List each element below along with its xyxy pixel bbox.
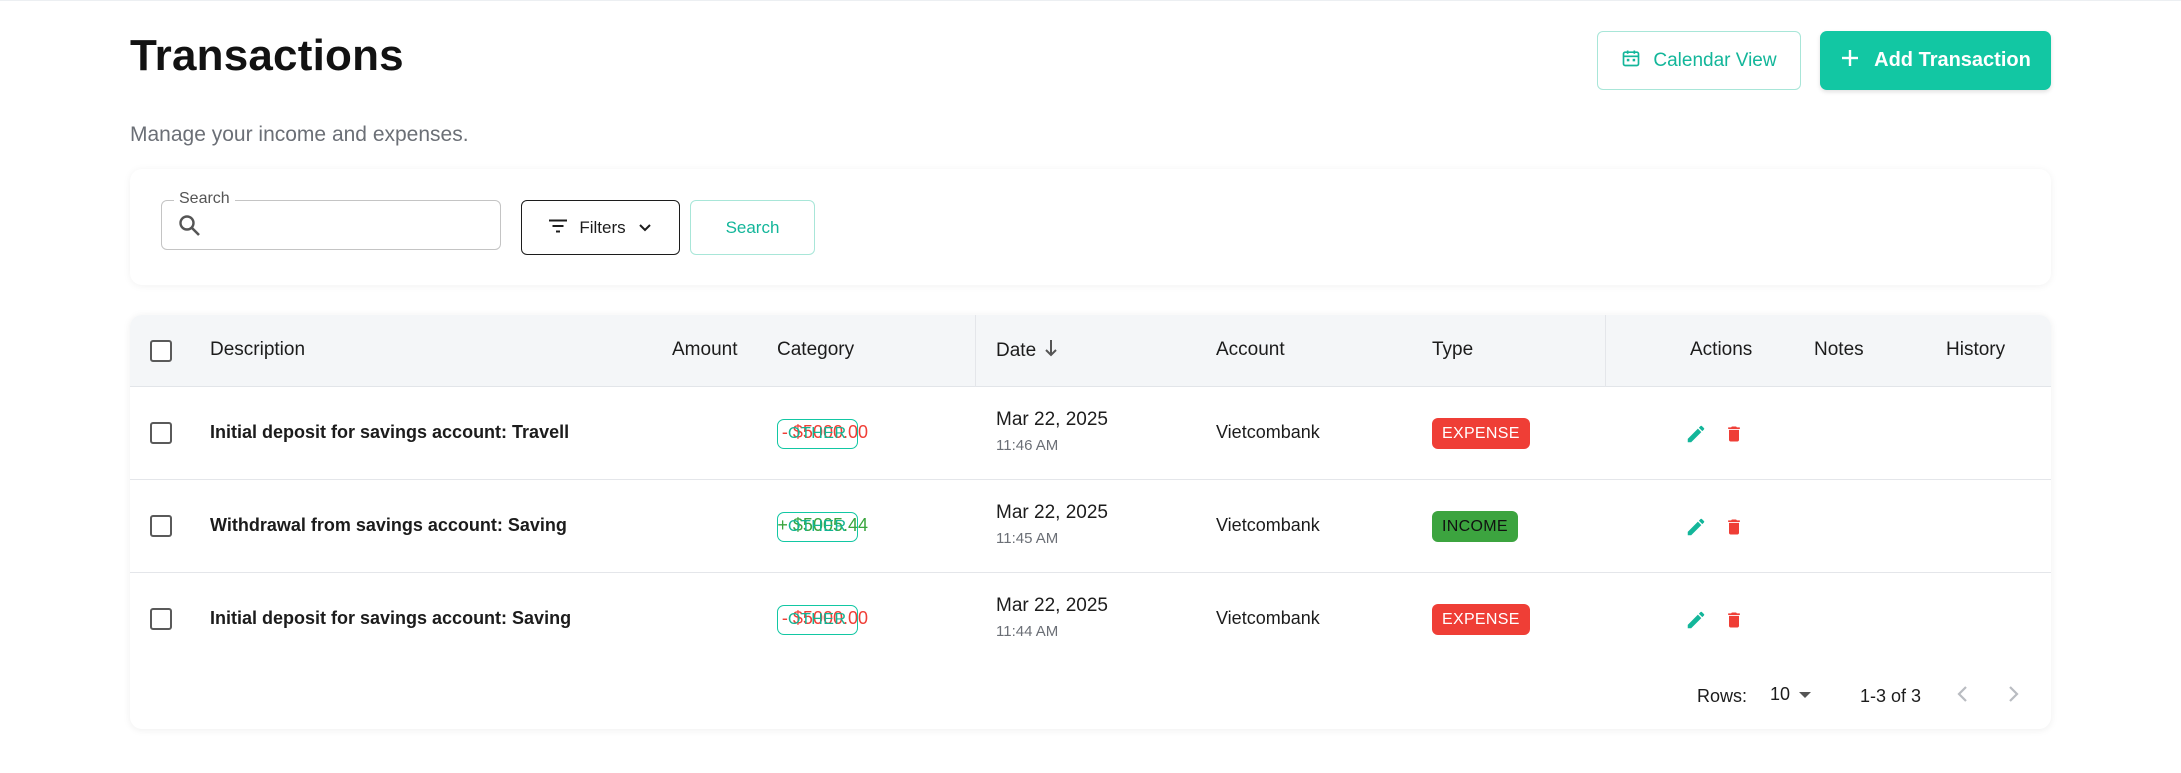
trash-icon[interactable]	[1724, 423, 1744, 450]
column-category[interactable]: Category	[777, 339, 854, 361]
search-icon	[177, 213, 201, 242]
search-panel: Search Filters Search	[130, 169, 2051, 285]
pagination-range: 1-3 of 3	[1860, 686, 1922, 706]
row-description: Initial deposit for savings account: Tra…	[210, 422, 570, 442]
type-badge: EXPENSE	[1432, 418, 1530, 449]
filter-icon	[549, 218, 568, 238]
column-actions: Actions	[1690, 339, 1753, 360]
filters-button[interactable]: Filters	[521, 200, 680, 255]
trash-icon[interactable]	[1724, 609, 1744, 636]
row-date: Mar 22, 2025	[996, 409, 1108, 430]
add-transaction-label: Add Transaction	[1874, 49, 2031, 71]
table-row[interactable]: Initial deposit for savings account: Tra…	[130, 387, 2051, 480]
page-title: Transactions	[130, 31, 404, 80]
table-row[interactable]: Withdrawal from savings account: Saving …	[130, 480, 2051, 573]
row-checkbox[interactable]	[150, 515, 172, 537]
column-description[interactable]: Description	[210, 339, 305, 361]
page-subtitle: Manage your income and expenses.	[130, 123, 469, 146]
row-time: 11:45 AM	[996, 530, 1059, 547]
rows-per-page-select[interactable]: 10	[1770, 684, 1812, 705]
calendar-view-label: Calendar View	[1653, 49, 1777, 71]
calendar-view-button[interactable]: Calendar View	[1597, 31, 1801, 90]
column-amount[interactable]: Amount	[672, 339, 737, 361]
chevron-right-icon[interactable]	[2005, 683, 2021, 710]
transactions-table: Description Amount Category Date Account…	[130, 315, 2051, 729]
column-divider	[1605, 315, 1606, 387]
row-checkbox[interactable]	[150, 422, 172, 444]
filters-label: Filters	[579, 217, 626, 237]
row-time: 11:44 AM	[996, 623, 1059, 640]
column-notes: Notes	[1814, 339, 1864, 360]
row-description: Withdrawal from savings account: Saving	[210, 515, 567, 535]
column-type[interactable]: Type	[1432, 339, 1473, 361]
table-row[interactable]: Initial deposit for savings account: Sav…	[130, 573, 2051, 666]
page: Transactions Manage your income and expe…	[0, 0, 2181, 773]
search-input[interactable]: Search	[161, 190, 501, 250]
pencil-icon[interactable]	[1685, 423, 1707, 450]
plus-icon	[1840, 48, 1860, 74]
category-badge: OTHER	[777, 605, 858, 635]
arrow-down-icon	[1044, 339, 1058, 363]
rows-per-page-label: Rows:	[1697, 686, 1748, 706]
add-transaction-button[interactable]: Add Transaction	[1820, 31, 2051, 90]
trash-icon[interactable]	[1724, 516, 1744, 543]
type-badge: INCOME	[1432, 511, 1518, 542]
search-label: Search	[174, 190, 235, 208]
table-header: Description Amount Category Date Account…	[130, 315, 2051, 387]
column-date-label: Date	[996, 340, 1037, 361]
chevron-down-icon	[638, 218, 652, 238]
category-badge: OTHER	[777, 419, 858, 449]
search-button[interactable]: Search	[690, 200, 815, 255]
row-date: Mar 22, 2025	[996, 502, 1108, 523]
column-divider	[975, 315, 976, 387]
pencil-icon[interactable]	[1685, 609, 1707, 636]
row-checkbox[interactable]	[150, 608, 172, 630]
column-account[interactable]: Account	[1216, 339, 1285, 361]
pencil-icon[interactable]	[1685, 516, 1707, 543]
row-date: Mar 22, 2025	[996, 595, 1108, 616]
row-account: Vietcombank	[1216, 422, 1320, 442]
column-date[interactable]: Date	[996, 339, 1058, 363]
type-badge: EXPENSE	[1432, 604, 1530, 635]
calendar-icon	[1621, 48, 1641, 74]
column-history: History	[1946, 339, 2006, 360]
row-description: Initial deposit for savings account: Sav…	[210, 608, 572, 628]
rows-per-page-value: 10	[1770, 684, 1791, 704]
select-all-checkbox[interactable]	[150, 340, 172, 362]
caret-down-icon	[1798, 684, 1812, 705]
row-account: Vietcombank	[1216, 515, 1320, 535]
row-account: Vietcombank	[1216, 608, 1320, 628]
chevron-left-icon[interactable]	[1955, 683, 1971, 710]
row-time: 11:46 AM	[996, 437, 1059, 454]
category-badge: OTHER	[777, 512, 858, 542]
